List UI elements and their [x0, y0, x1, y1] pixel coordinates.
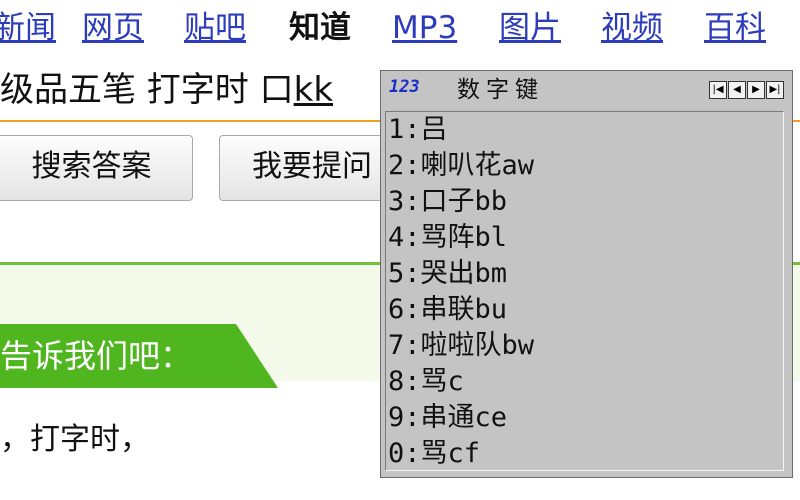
banner-tab: 告诉我们吧： — [0, 324, 278, 388]
search-input-text: 级品五笔 打字时 口kk — [0, 68, 333, 112]
top-nav: 新闻 网页 贴吧 知道 MP3 图片 视频 百科 — [0, 0, 800, 56]
ime-candidate-list: 1:吕 2:喇叭花aw 3:口子bb 4:骂阵bl 5:哭出bm 6:串联bu … — [385, 111, 784, 471]
content-text: ，打字时， — [0, 422, 150, 457]
ime-candidate-1[interactable]: 1:吕 — [388, 112, 448, 148]
ime-titlebar[interactable]: 123 数字键 |◀ ◀ ▶ ▶| — [381, 71, 792, 108]
prev-page-icon[interactable]: ◀ — [728, 81, 746, 99]
last-page-icon[interactable]: ▶| — [766, 81, 784, 99]
ime-page-nav: |◀ ◀ ▶ ▶| — [708, 81, 784, 99]
ime-candidate-9[interactable]: 9:串通ce — [388, 400, 507, 436]
nav-mp3[interactable]: MP3 — [392, 8, 457, 48]
nav-zhidao[interactable]: 知道 — [289, 8, 351, 48]
search-text-before: 级品五笔 打字时 口 — [0, 70, 294, 110]
digits-icon: 123 — [389, 77, 420, 97]
ime-candidate-6[interactable]: 6:串联bu — [388, 292, 507, 328]
ime-candidate-5[interactable]: 5:哭出bm — [388, 256, 507, 292]
search-typed-text: kk — [293, 70, 334, 110]
nav-video[interactable]: 视频 — [601, 8, 663, 48]
first-page-icon[interactable]: |◀ — [709, 81, 727, 99]
ime-candidate-4[interactable]: 4:骂阵bl — [388, 220, 507, 256]
nav-baike[interactable]: 百科 — [704, 8, 766, 48]
nav-web[interactable]: 网页 — [82, 8, 144, 48]
nav-images[interactable]: 图片 — [499, 8, 561, 48]
ime-candidate-8[interactable]: 8:骂c — [388, 364, 464, 400]
search-answer-button[interactable]: 搜索答案 — [0, 135, 193, 201]
ime-candidate-3[interactable]: 3:口子bb — [388, 184, 507, 220]
nav-news[interactable]: 新闻 — [0, 8, 56, 48]
ime-candidate-2[interactable]: 2:喇叭花aw — [388, 148, 534, 184]
next-page-icon[interactable]: ▶ — [747, 81, 765, 99]
ime-title: 数字键 — [457, 77, 544, 103]
ime-candidate-7[interactable]: 7:啦啦队bw — [388, 328, 534, 364]
banner-text: 告诉我们吧： — [0, 337, 193, 375]
ask-question-button[interactable]: 我要提问 — [219, 135, 389, 201]
nav-tieba[interactable]: 贴吧 — [184, 8, 246, 48]
ime-candidate-0[interactable]: 0:骂cf — [388, 436, 480, 472]
ime-candidate-window: 123 数字键 |◀ ◀ ▶ ▶| 1:吕 2:喇叭花aw 3:口子bb 4:骂… — [380, 70, 793, 478]
